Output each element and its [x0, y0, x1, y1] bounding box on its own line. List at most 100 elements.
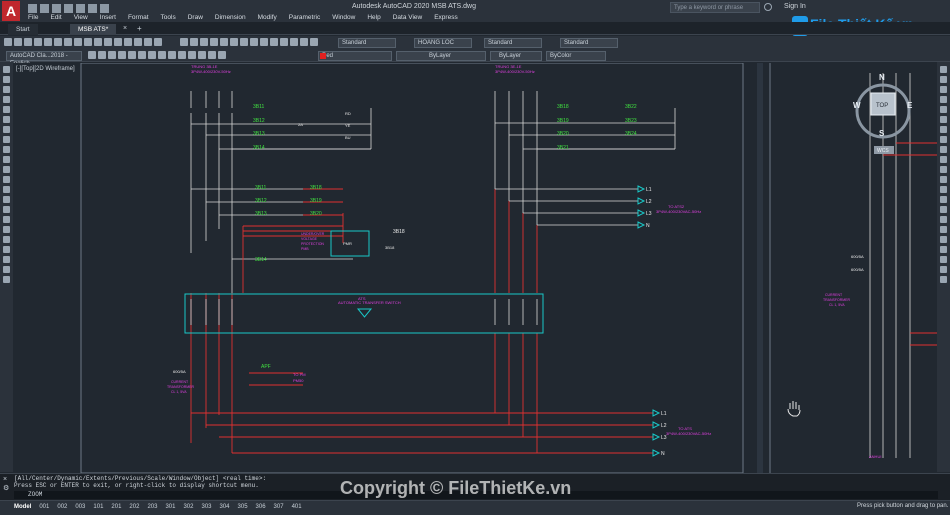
- modify-tool-icon[interactable]: [940, 256, 947, 263]
- save-icon[interactable]: [52, 4, 61, 13]
- modify-tool-icon[interactable]: [940, 146, 947, 153]
- layer-tool-icon[interactable]: [98, 51, 106, 59]
- modify-tool-icon[interactable]: [940, 236, 947, 243]
- layout-tab-304[interactable]: 304: [216, 502, 234, 512]
- draw-tool-icon[interactable]: [3, 136, 10, 143]
- help-icon[interactable]: [154, 38, 162, 46]
- modify-tool-icon[interactable]: [940, 176, 947, 183]
- layout-tab-307[interactable]: 307: [270, 502, 288, 512]
- text-style-select[interactable]: Standard: [338, 38, 396, 48]
- tool-icon[interactable]: [220, 38, 228, 46]
- close-tab-icon[interactable]: ×: [123, 25, 127, 32]
- layer-tool-icon[interactable]: [108, 51, 116, 59]
- tool-icon[interactable]: [280, 38, 288, 46]
- modify-tool-icon[interactable]: [940, 216, 947, 223]
- modify-tool-icon[interactable]: [940, 196, 947, 203]
- layer-tool-icon[interactable]: [188, 51, 196, 59]
- viewport-controls[interactable]: [-][Top][2D Wireframe]: [16, 66, 75, 72]
- plot-icon[interactable]: [76, 4, 85, 13]
- layer-tool-icon[interactable]: [208, 51, 216, 59]
- table-style-select[interactable]: Standard: [484, 38, 542, 48]
- markup-icon[interactable]: [134, 38, 142, 46]
- tool-icon[interactable]: [190, 38, 198, 46]
- modify-tool-icon[interactable]: [940, 106, 947, 113]
- undo-icon[interactable]: [88, 4, 97, 13]
- layout-tab-303[interactable]: 303: [197, 502, 215, 512]
- new-icon[interactable]: [28, 4, 37, 13]
- tool-icon[interactable]: [250, 38, 258, 46]
- saveas-icon[interactable]: [64, 4, 73, 13]
- draw-tool-icon[interactable]: [3, 76, 10, 83]
- layer-tool-icon[interactable]: [88, 51, 96, 59]
- modify-tool-icon[interactable]: [940, 186, 947, 193]
- layer-tool-icon[interactable]: [128, 51, 136, 59]
- modify-tool-icon[interactable]: [940, 266, 947, 273]
- draw-tool-icon[interactable]: [3, 66, 10, 73]
- search-input[interactable]: Type a keyword or phrase: [670, 2, 760, 13]
- plot-icon[interactable]: [34, 38, 42, 46]
- modify-tool-icon[interactable]: [940, 276, 947, 283]
- layout-tab-306[interactable]: 306: [252, 502, 270, 512]
- tool-icon[interactable]: [240, 38, 248, 46]
- layout-tab-401[interactable]: 401: [288, 502, 306, 512]
- tool-icon[interactable]: [290, 38, 298, 46]
- layer-tool-icon[interactable]: [178, 51, 186, 59]
- save-icon[interactable]: [24, 38, 32, 46]
- open-icon[interactable]: [14, 38, 22, 46]
- modify-tool-icon[interactable]: [940, 96, 947, 103]
- layout-tab-202[interactable]: 202: [125, 502, 143, 512]
- modify-tool-icon[interactable]: [940, 226, 947, 233]
- tool-icon[interactable]: [200, 38, 208, 46]
- layout-tab-101[interactable]: 101: [89, 502, 107, 512]
- search-icon[interactable]: [764, 3, 772, 11]
- undo-icon[interactable]: [44, 38, 52, 46]
- draw-tool-icon[interactable]: [3, 226, 10, 233]
- layout-tab-model[interactable]: Model: [10, 502, 35, 512]
- sign-in-link[interactable]: Sign In: [784, 3, 806, 10]
- modify-tool-icon[interactable]: [940, 136, 947, 143]
- draw-tool-icon[interactable]: [3, 116, 10, 123]
- zoom-icon[interactable]: [74, 38, 82, 46]
- modify-tool-icon[interactable]: [940, 206, 947, 213]
- design-center-icon[interactable]: [104, 38, 112, 46]
- tool-icon[interactable]: [310, 38, 318, 46]
- draw-tool-icon[interactable]: [3, 236, 10, 243]
- calculator-icon[interactable]: [144, 38, 152, 46]
- color-select[interactable]: Red: [318, 51, 392, 61]
- modify-tool-icon[interactable]: [940, 76, 947, 83]
- draw-tool-icon[interactable]: [3, 206, 10, 213]
- layer-tool-icon[interactable]: [138, 51, 146, 59]
- multileader-style-select[interactable]: Standard: [560, 38, 618, 48]
- tool-icon[interactable]: [260, 38, 268, 46]
- draw-tool-icon[interactable]: [3, 216, 10, 223]
- draw-tool-icon[interactable]: [3, 156, 10, 163]
- tool-icon[interactable]: [230, 38, 238, 46]
- draw-tool-icon[interactable]: [3, 196, 10, 203]
- tool-icon[interactable]: [300, 38, 308, 46]
- close-icon[interactable]: ×: [3, 476, 7, 483]
- modify-tool-icon[interactable]: [940, 126, 947, 133]
- new-icon[interactable]: [4, 38, 12, 46]
- layer-tool-icon[interactable]: [118, 51, 126, 59]
- autocad-logo-icon[interactable]: A: [2, 1, 20, 21]
- tool-icon[interactable]: [270, 38, 278, 46]
- layer-tool-icon[interactable]: [168, 51, 176, 59]
- layout-tab-001[interactable]: 001: [35, 502, 53, 512]
- modify-tool-icon[interactable]: [940, 246, 947, 253]
- layout-tab-302[interactable]: 302: [179, 502, 197, 512]
- dim-style-select[interactable]: HOANG LOC: [414, 38, 472, 48]
- draw-tool-icon[interactable]: [3, 176, 10, 183]
- new-tab-icon[interactable]: +: [137, 24, 142, 33]
- modify-tool-icon[interactable]: [940, 66, 947, 73]
- draw-tool-icon[interactable]: [3, 276, 10, 283]
- draw-tool-icon[interactable]: [3, 266, 10, 273]
- zoom-window-icon[interactable]: [84, 38, 92, 46]
- tool-icon[interactable]: [180, 38, 188, 46]
- linetype-select[interactable]: ByLayer: [396, 51, 486, 61]
- draw-tool-icon[interactable]: [3, 126, 10, 133]
- modify-tool-icon[interactable]: [940, 166, 947, 173]
- layout-tab-201[interactable]: 201: [107, 502, 125, 512]
- tab-msb-ats[interactable]: MSB ATS*: [70, 24, 117, 35]
- modify-tool-icon[interactable]: [940, 116, 947, 123]
- pan-icon[interactable]: [64, 38, 72, 46]
